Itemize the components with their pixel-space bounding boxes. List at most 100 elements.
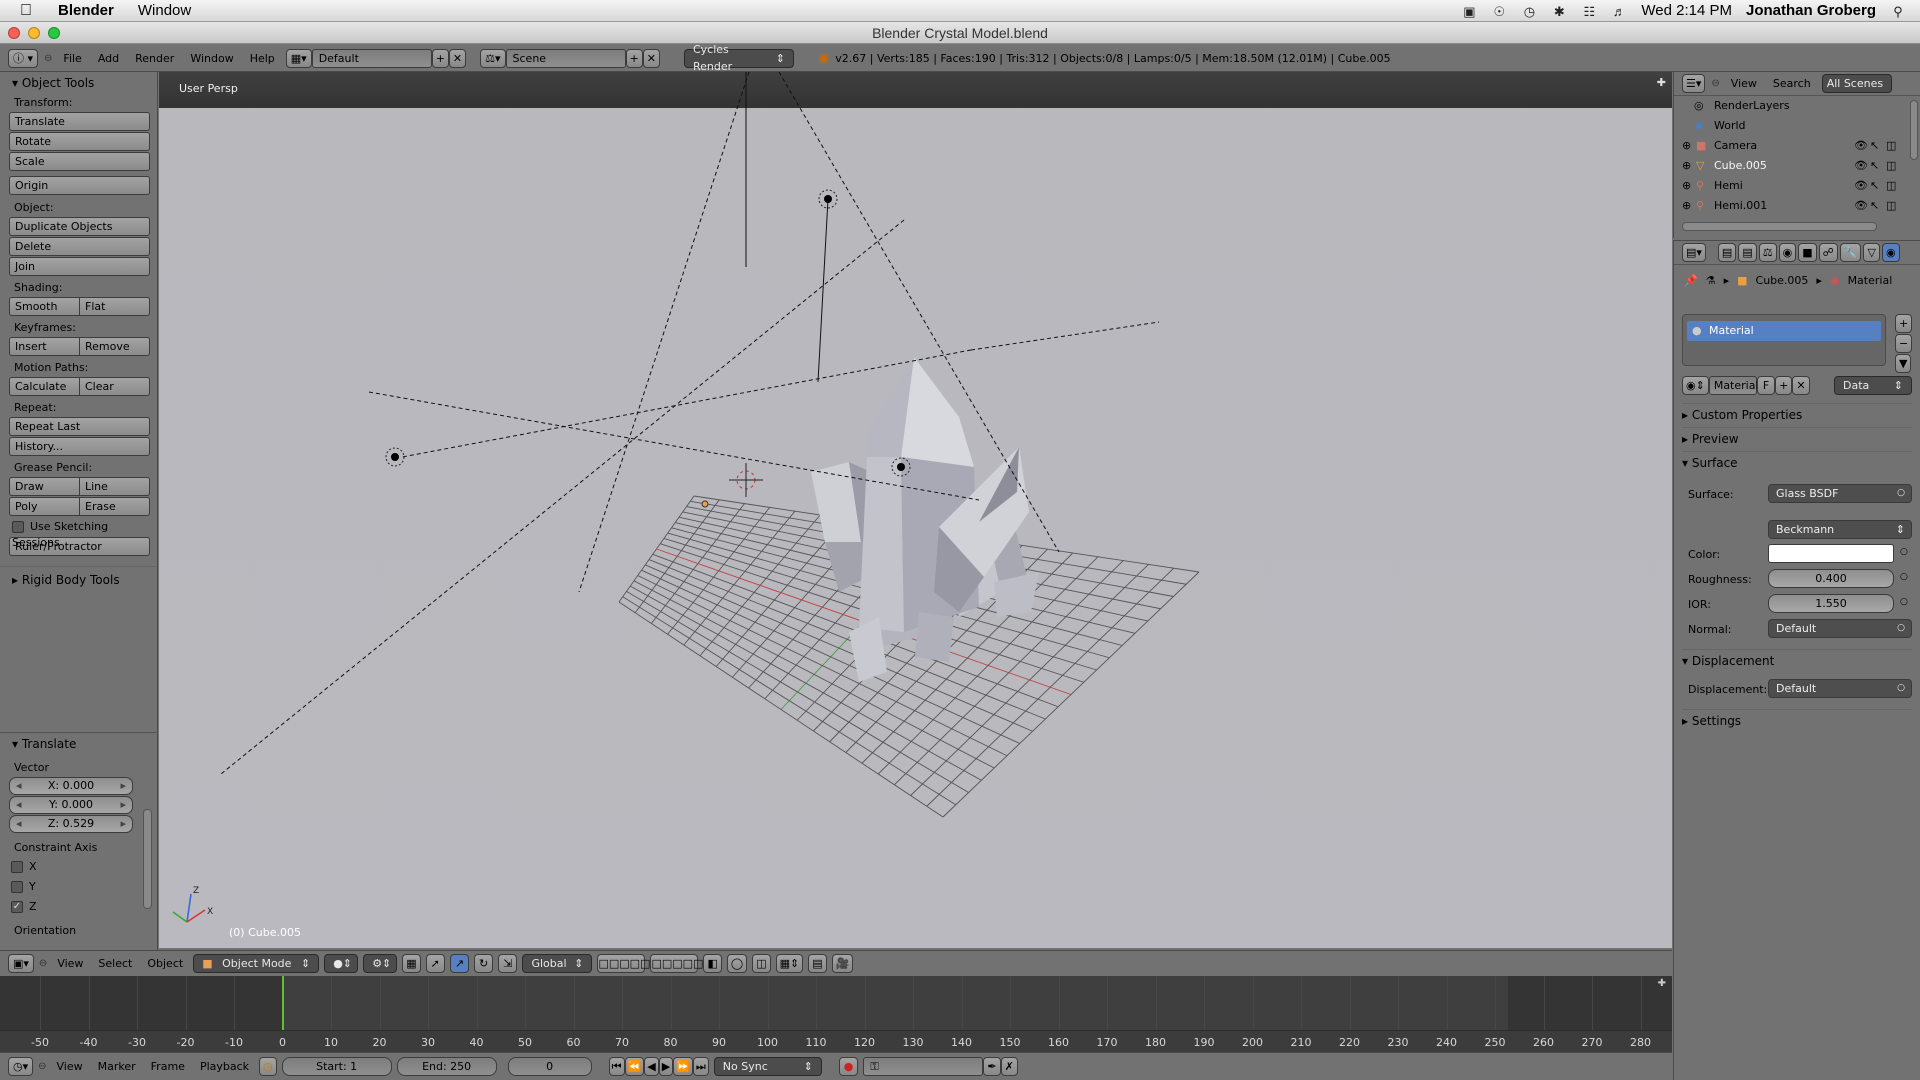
occlude-geometry-icon[interactable]: ▦ (402, 954, 421, 973)
expand-icon[interactable]: ⊕ (1682, 156, 1691, 176)
viewport-shading-dropdown[interactable]: ●⇕ (324, 954, 359, 973)
screen-layout-field[interactable]: Default (311, 48, 432, 68)
3d-cursor[interactable] (729, 463, 763, 497)
fake-user-button[interactable]: F (1756, 376, 1776, 395)
lock-layers-icon[interactable]: ◧ (703, 954, 722, 973)
material-browse-icon[interactable]: ◉⇕ (1682, 376, 1709, 395)
menu-app-name[interactable]: Blender (46, 2, 126, 19)
manipulator-toggle-icon[interactable]: ➚ (425, 954, 445, 973)
translate-manipulator-icon[interactable]: ↗ (449, 954, 470, 973)
axis-x-checkbox[interactable] (11, 861, 23, 873)
expand-icon[interactable]: ⊕ (1682, 136, 1691, 156)
collapse-menus-icon-timeline[interactable]: ⊖ (38, 1061, 46, 1072)
rotate-manipulator-icon[interactable]: ↻ (474, 954, 494, 973)
keying-set-field[interactable]: ⚿ (863, 1057, 984, 1076)
scale-manipulator-icon[interactable]: ⇲ (498, 954, 518, 973)
visibility-eye-icon[interactable]: 👁 (1854, 156, 1868, 176)
timeline-expand-icon[interactable]: ✚ (1658, 978, 1666, 989)
renderability-camera-icon[interactable]: ◫ (1886, 136, 1896, 156)
timeline-editor[interactable]: -50 -40 -30 -20 -10 0 10 20 30 40 50 60 70 80 90 100 110… (0, 976, 1672, 1054)
ruler-protractor-button[interactable]: Ruler/Protractor (9, 537, 150, 556)
flat-button[interactable]: Flat (80, 297, 150, 316)
scale-button[interactable]: Scale (9, 152, 150, 171)
start-frame-field[interactable]: Start: 1 (281, 1057, 392, 1076)
distribution-dropdown[interactable]: Beckmann ⇕ (1768, 520, 1912, 539)
editor-type-properties-icon[interactable]: ▤▾ (1682, 243, 1706, 262)
operator-panel-scrollbar[interactable] (143, 809, 152, 909)
menu-marker[interactable]: Marker (93, 1060, 141, 1073)
displacement-dropdown[interactable]: Default ○ (1768, 679, 1912, 698)
material-specials-button[interactable]: ▼ (1895, 354, 1912, 373)
pivot-point-dropdown[interactable]: ⚙⇕ (363, 954, 398, 973)
crystal-model[interactable] (811, 357, 1039, 682)
menu-window-blender[interactable]: Window (185, 52, 238, 65)
jump-keyframe-forward-icon[interactable]: ⏩ (673, 1057, 693, 1076)
minimize-window-button[interactable] (28, 27, 40, 39)
sync-mode-dropdown[interactable]: No Sync ⇕ (713, 1057, 822, 1076)
unlink-material-button[interactable]: ✕ (1792, 376, 1810, 395)
new-material-button[interactable]: + (1775, 376, 1793, 395)
render-layers-tab-icon[interactable]: ▤ (1738, 243, 1757, 262)
outliner-horizontal-scrollbar[interactable] (1682, 222, 1877, 231)
timeline-ruler[interactable]: -50 -40 -30 -20 -10 0 10 20 30 40 50 60 70 80 90 100 110… (0, 1030, 1672, 1054)
scene-field[interactable]: Scene (505, 48, 626, 68)
object-tools-header[interactable]: ▾ Object Tools (0, 72, 157, 94)
outliner-menu-search[interactable]: Search (1768, 77, 1816, 90)
vector-y-field[interactable]: Y: 0.000 (9, 796, 133, 814)
line-button[interactable]: Line (80, 477, 150, 496)
layer-buttons-1[interactable]: □□□□□ (597, 954, 650, 973)
outliner-item-hemi001[interactable]: ⊕ ⚲ Hemi.001 👁 ↖ ◫ (1674, 196, 1904, 216)
play-icon[interactable]: ▶ (658, 1057, 674, 1076)
time-machine-icon[interactable]: ◷ (1521, 4, 1537, 19)
material-slot-row[interactable]: ● Material (1687, 321, 1881, 341)
duplicate-objects-button[interactable]: Duplicate Objects (9, 217, 150, 236)
renderability-camera-icon[interactable]: ◫ (1886, 176, 1896, 196)
custom-properties-section[interactable]: ▸ Custom Properties (1682, 403, 1912, 425)
axis-y-checkbox[interactable] (11, 881, 23, 893)
selectability-cursor-icon[interactable]: ↖ (1870, 136, 1879, 156)
pin-icon[interactable]: 📌 (1684, 271, 1698, 291)
ior-socket-icon[interactable]: ○ (1900, 597, 1908, 607)
render-animation-icon[interactable]: 🎥 (831, 954, 854, 973)
poly-button[interactable]: Poly (9, 497, 80, 516)
erase-button[interactable]: Erase (80, 497, 150, 516)
scene-tab-icon[interactable]: ⚖ (1758, 243, 1777, 262)
vector-x-field[interactable]: X: 0.000 (9, 777, 133, 795)
renderability-camera-icon[interactable]: ◫ (1886, 156, 1896, 176)
lamp-hemi-001[interactable] (385, 447, 405, 467)
add-material-slot-button[interactable]: + (1895, 314, 1913, 333)
accessibility-icon[interactable]: ☉ (1491, 4, 1507, 19)
rigid-body-tools-header[interactable]: ▸ Rigid Body Tools (0, 566, 157, 588)
object-tab-icon[interactable]: ■ (1798, 243, 1817, 262)
rotate-button[interactable]: Rotate (9, 132, 150, 151)
color-swatch[interactable] (1768, 544, 1894, 563)
jump-keyframe-back-icon[interactable]: ⏪ (624, 1057, 645, 1076)
render-tab-icon[interactable]: ▤ (1717, 243, 1737, 262)
end-frame-field[interactable]: End: 250 (396, 1057, 497, 1076)
remove-material-slot-button[interactable]: − (1895, 334, 1913, 353)
roughness-field[interactable]: 0.400 (1768, 569, 1894, 588)
modifiers-tab-icon[interactable]: 🔧 (1839, 243, 1862, 262)
menu-render[interactable]: Render (130, 52, 179, 65)
apple-icon[interactable]:  (0, 2, 46, 20)
axis-y-row[interactable]: Y (0, 877, 158, 897)
menu-window[interactable]: Window (126, 2, 203, 19)
outliner-display-mode[interactable]: All Scenes (1821, 74, 1892, 93)
roughness-socket-icon[interactable]: ○ (1900, 572, 1908, 582)
current-frame-field[interactable]: 0 (507, 1057, 592, 1076)
renderability-camera-icon[interactable]: ◫ (1886, 196, 1896, 216)
ior-field[interactable]: 1.550 (1768, 594, 1894, 613)
selectability-cursor-icon[interactable]: ↖ (1870, 196, 1879, 216)
insert-keyframe-button[interactable]: Insert (9, 337, 80, 356)
volume-icon[interactable]: ♬ (1611, 4, 1627, 19)
material-tab-icon[interactable]: ◉ (1881, 243, 1900, 262)
scene-icon[interactable]: ⚖▾ (480, 48, 506, 68)
outliner-vertical-scrollbar[interactable] (1910, 100, 1918, 160)
settings-section[interactable]: ▸ Settings (1682, 709, 1912, 731)
menu-playback[interactable]: Playback (195, 1060, 254, 1073)
selectability-cursor-icon[interactable]: ↖ (1870, 176, 1879, 196)
data-tab-icon[interactable]: ▽ (1863, 243, 1880, 262)
link-dropdown[interactable]: Data ⇕ (1834, 376, 1912, 395)
collapse-menus-icon-3d[interactable]: ⊖ (39, 958, 47, 969)
color-socket-icon[interactable]: ○ (1900, 547, 1908, 557)
